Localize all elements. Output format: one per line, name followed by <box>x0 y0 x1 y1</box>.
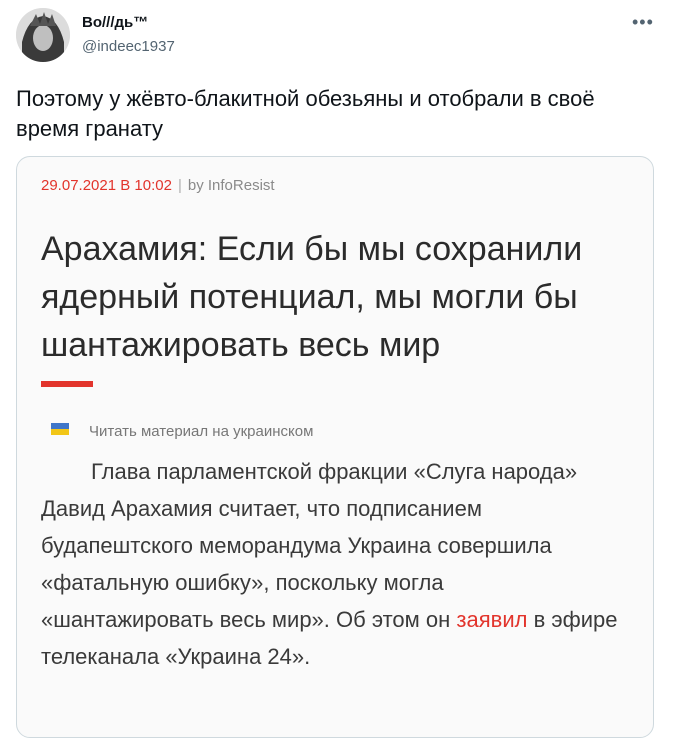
article-screenshot[interactable]: 29.07.2021 В 10:02 | by InfoResist Арахами… <box>16 156 654 738</box>
author-name[interactable]: Во///дь™ <box>82 14 148 31</box>
article-meta: 29.07.2021 В 10:02 | by InfoResist <box>41 177 275 194</box>
meta-separator: | <box>177 177 182 194</box>
author-handle[interactable]: @indeec1937 <box>82 38 175 55</box>
avatar[interactable] <box>16 8 70 62</box>
article-byline: by InfoResist <box>187 177 275 194</box>
article-headline: Арахамия: Если бы мы сохранили ядерный п… <box>41 230 583 364</box>
tweet-text: Поэтому у жёвто-блакитной обезьяны и ото… <box>16 86 595 141</box>
more-options-icon[interactable]: ••• <box>632 12 654 33</box>
headline-divider <box>41 381 93 387</box>
ukraine-flag-icon <box>51 423 69 435</box>
read-in-ukrainian-link: Читать материал на украинском <box>89 423 314 440</box>
body-link: заявил <box>456 607 528 632</box>
avatar-image <box>16 8 70 62</box>
article-body: Глава парламентской фракции «Слуга народ… <box>41 453 621 675</box>
article-date: 29.07.2021 В 10:02 <box>41 177 172 194</box>
